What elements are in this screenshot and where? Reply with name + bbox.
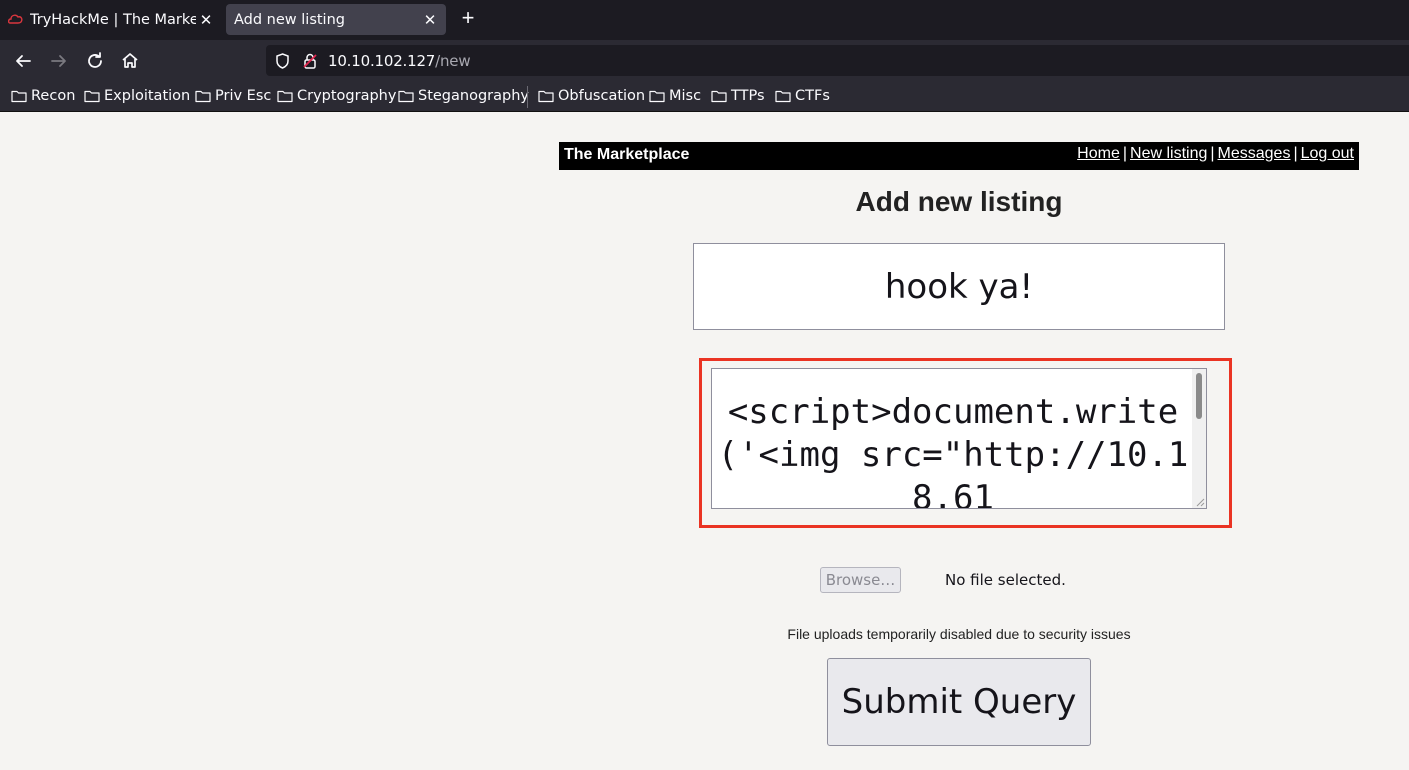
back-arrow-icon bbox=[16, 55, 31, 67]
tab-title: Add new listing bbox=[234, 11, 345, 28]
folder-icon bbox=[84, 90, 100, 103]
address-bar[interactable]: 10.10.102.127/new bbox=[266, 45, 1409, 76]
textarea-scrollbar[interactable] bbox=[1192, 369, 1206, 508]
home-button[interactable] bbox=[117, 48, 143, 74]
bookmark-label: Steganography bbox=[418, 88, 529, 104]
upload-disabled-note: File uploads temporarily disabled due to… bbox=[787, 626, 1131, 642]
submit-button[interactable]: Submit Query bbox=[827, 658, 1091, 746]
url-path: /new bbox=[435, 52, 471, 70]
bookmark-folder-recon[interactable]: Recon bbox=[11, 87, 75, 105]
bookmark-label: TTPs bbox=[731, 88, 765, 104]
back-button[interactable] bbox=[10, 48, 36, 74]
url-host: 10.10.102.127 bbox=[328, 52, 436, 70]
url-text[interactable]: 10.10.102.127/new bbox=[328, 52, 471, 70]
bookmark-label: Priv Esc bbox=[215, 88, 272, 104]
nav-separator: | bbox=[1293, 145, 1298, 162]
bookmark-label: Cryptography bbox=[297, 88, 397, 104]
folder-icon bbox=[711, 90, 727, 103]
close-tab-icon[interactable]: ✕ bbox=[196, 11, 216, 29]
nav-link-messages[interactable]: Messages bbox=[1218, 145, 1291, 162]
bookmark-folder-ctfs[interactable]: CTFs bbox=[775, 87, 830, 105]
site-header: The Marketplace Home | New listing | Message… bbox=[559, 142, 1359, 170]
page-title: Add new listing bbox=[855, 186, 1063, 217]
bookmark-folder-cryptography[interactable]: Cryptography bbox=[277, 87, 396, 105]
folder-icon bbox=[775, 90, 791, 103]
bookmark-folder-exploitation[interactable]: Exploitation bbox=[84, 87, 190, 105]
tab-marketplace[interactable]: TryHackMe | The Marketplace ✕ bbox=[0, 4, 222, 35]
nav-separator: | bbox=[1122, 145, 1128, 162]
forward-button[interactable] bbox=[46, 48, 72, 74]
bookmarks-separator bbox=[527, 86, 528, 108]
description-text: <script>document.write('<img src="http:/… bbox=[717, 392, 1189, 509]
bookmark-label: Exploitation bbox=[104, 88, 191, 104]
browse-file-button[interactable]: Browse… bbox=[820, 567, 901, 593]
tab-title: TryHackMe | The Marketplace bbox=[30, 11, 196, 28]
reload-icon bbox=[88, 52, 102, 68]
folder-icon bbox=[398, 90, 414, 103]
bookmark-label: CTFs bbox=[795, 88, 830, 104]
site-nav: Home | New listing | Messages | Log out bbox=[1077, 145, 1354, 163]
tab-add-new-listing[interactable]: Add new listing ✕ bbox=[226, 4, 446, 35]
folder-icon bbox=[277, 90, 293, 103]
insecure-lock-icon[interactable] bbox=[302, 52, 319, 70]
tryhackme-favicon-icon bbox=[7, 13, 24, 27]
forward-arrow-icon bbox=[51, 55, 66, 67]
listing-title-input[interactable]: hook ya! bbox=[693, 243, 1225, 330]
tab-strip: TryHackMe | The Marketplace ✕ Add new li… bbox=[0, 0, 1409, 40]
nav-separator: | bbox=[1210, 145, 1215, 162]
folder-icon bbox=[11, 90, 27, 103]
nav-link-new-listing[interactable]: New listing bbox=[1130, 145, 1207, 162]
bookmark-folder-ttps[interactable]: TTPs bbox=[711, 87, 765, 105]
bookmark-folder-misc[interactable]: Misc bbox=[649, 87, 701, 105]
tracking-shield-icon[interactable] bbox=[274, 52, 291, 70]
bookmark-label: Obfuscation bbox=[558, 88, 646, 104]
reload-button[interactable] bbox=[82, 48, 108, 74]
file-status-text: No file selected. bbox=[945, 571, 1066, 589]
nav-link-log-out[interactable]: Log out bbox=[1301, 145, 1354, 162]
folder-icon bbox=[538, 90, 554, 103]
bookmark-folder-obfuscation[interactable]: Obfuscation bbox=[538, 87, 645, 105]
new-tab-button[interactable]: + bbox=[456, 6, 480, 30]
folder-icon bbox=[195, 90, 211, 103]
bookmarks-toolbar: Recon Exploitation Priv Esc Cryptography… bbox=[0, 81, 1409, 112]
bookmark-label: Recon bbox=[31, 88, 76, 104]
scrollbar-thumb[interactable] bbox=[1196, 373, 1202, 419]
bookmark-folder-steganography[interactable]: Steganography bbox=[398, 87, 529, 105]
folder-icon bbox=[649, 90, 665, 103]
bookmark-folder-priv-esc[interactable]: Priv Esc bbox=[195, 87, 271, 105]
site-title: The Marketplace bbox=[564, 146, 690, 163]
nav-link-home[interactable]: Home bbox=[1077, 145, 1120, 162]
bookmark-label: Misc bbox=[669, 88, 702, 104]
home-icon bbox=[122, 53, 138, 68]
close-tab-icon[interactable]: ✕ bbox=[420, 11, 440, 29]
listing-description-textarea[interactable]: <script>document.write('<img src="http:/… bbox=[711, 368, 1207, 509]
resize-grip-icon[interactable] bbox=[1195, 497, 1205, 507]
